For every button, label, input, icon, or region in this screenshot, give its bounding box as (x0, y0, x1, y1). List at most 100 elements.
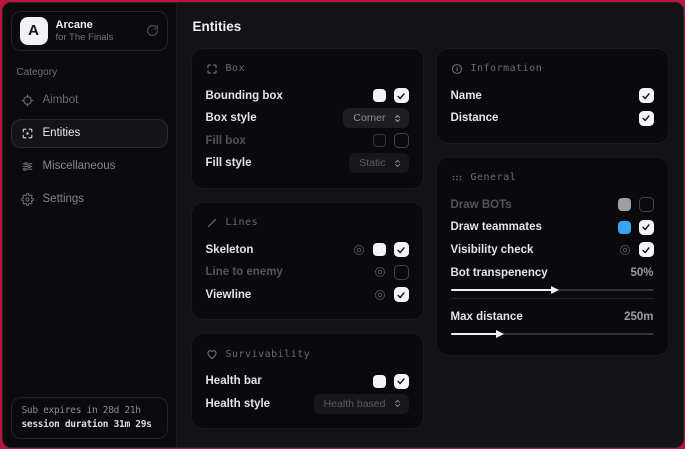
bot-transparency-value: 50% (630, 267, 653, 279)
health-bar-checkbox[interactable] (394, 374, 409, 389)
sidebar-item-label: Miscellaneous (43, 160, 116, 172)
panel-survivability: Survivability Health bar Health style (191, 333, 424, 429)
color-swatch[interactable] (373, 375, 386, 388)
app-logo: A (20, 17, 48, 45)
color-swatch[interactable] (618, 198, 631, 211)
gear-icon[interactable] (374, 266, 386, 278)
panel-header-label: Information (471, 63, 543, 74)
diagonal-line-icon (206, 217, 218, 229)
sidebar-item-miscellaneous[interactable]: Miscellaneous (11, 152, 168, 181)
viewline-checkbox[interactable] (394, 287, 409, 302)
category-label: Category (17, 67, 162, 78)
slider-thumb[interactable] (551, 286, 559, 294)
app-header-card: A Arcane for The Finals (11, 11, 168, 51)
refresh-icon[interactable] (146, 24, 159, 37)
sidebar-item-label: Settings (43, 193, 85, 205)
bounding-box-checkbox[interactable] (394, 88, 409, 103)
sidebar-item-settings[interactable]: Settings (11, 185, 168, 214)
bot-transparency-group: Bot transpenency 50% (451, 263, 654, 291)
draw-bots-checkbox[interactable] (639, 197, 654, 212)
gear-icon (21, 193, 34, 206)
setting-label: Max distance (451, 311, 523, 323)
fill-box-checkbox[interactable] (394, 133, 409, 148)
max-distance-group: Max distance 250m (451, 307, 654, 335)
heart-icon (206, 348, 218, 360)
fill-style-dropdown[interactable]: Static (349, 153, 408, 173)
max-distance-value: 250m (624, 311, 653, 323)
setting-row-draw-teammates: Draw teammates (451, 216, 654, 239)
panel-header-label: Box (226, 63, 246, 74)
setting-row-visibility-check: Visibility check (451, 239, 654, 262)
health-style-dropdown[interactable]: Health based (314, 394, 409, 414)
color-swatch[interactable] (373, 89, 386, 102)
setting-row-name: Name (451, 85, 654, 108)
app-subtitle: for The Finals (56, 32, 114, 43)
setting-label: Viewline (206, 289, 252, 301)
dropdown-value: Health based (324, 398, 386, 410)
setting-row-distance: Distance (451, 107, 654, 130)
distance-checkbox[interactable] (639, 111, 654, 126)
max-distance-slider[interactable] (451, 333, 654, 335)
setting-row-bounding-box: Bounding box (206, 85, 409, 108)
grid-dots-icon (451, 172, 463, 184)
setting-label: Fill box (206, 135, 246, 147)
skeleton-checkbox[interactable] (394, 242, 409, 257)
info-icon (451, 63, 463, 75)
sidebar-item-label: Entities (43, 127, 81, 139)
gear-icon[interactable] (353, 244, 365, 256)
setting-label: Visibility check (451, 244, 534, 256)
sidebar-nav: Aimbot Entities Miscellaneous (11, 86, 168, 214)
setting-label: Name (451, 90, 482, 102)
visibility-check-checkbox[interactable] (639, 242, 654, 257)
setting-label: Draw BOTs (451, 199, 512, 211)
gear-icon[interactable] (374, 289, 386, 301)
panel-information: Information Name Distance (436, 48, 669, 144)
color-swatch[interactable] (373, 243, 386, 256)
dropdown-value: Static (359, 157, 385, 169)
main-content: Entities Box Bounding box (177, 3, 683, 447)
setting-row-viewline: Viewline (206, 284, 409, 307)
slider-thumb[interactable] (496, 330, 504, 338)
page-title: Entities (193, 19, 669, 34)
bot-transparency-slider[interactable] (451, 289, 654, 291)
setting-label: Health bar (206, 375, 262, 387)
dropdown-value: Corner (353, 112, 385, 124)
setting-row-box-style: Box style Corner (206, 107, 409, 130)
box-corners-icon (206, 63, 218, 75)
panel-header-label: Survivability (226, 349, 311, 360)
sidebar: A Arcane for The Finals Category Aimbot (3, 3, 177, 447)
setting-label: Fill style (206, 157, 252, 169)
setting-row-fill-box: Fill box (206, 130, 409, 153)
crosshair-icon (21, 94, 34, 107)
color-swatch[interactable] (618, 221, 631, 234)
panel-box: Box Bounding box Box style (191, 48, 424, 189)
chevrons-updown-icon (393, 114, 402, 123)
panel-lines: Lines Skeleton (191, 202, 424, 321)
setting-row-skeleton: Skeleton (206, 239, 409, 262)
box-style-dropdown[interactable]: Corner (343, 108, 408, 128)
setting-label: Box style (206, 112, 257, 124)
name-checkbox[interactable] (639, 88, 654, 103)
setting-row-health-bar: Health bar (206, 370, 409, 393)
app-name: Arcane (56, 19, 114, 31)
setting-row-health-style: Health style Health based (206, 393, 409, 416)
session-duration-text: session duration 31m 29s (22, 419, 157, 430)
setting-label: Line to enemy (206, 266, 283, 278)
chevrons-updown-icon (393, 159, 402, 168)
setting-row-fill-style: Fill style Static (206, 152, 409, 175)
sub-expires-text: Sub expires in 28d 21h (22, 405, 157, 416)
color-swatch[interactable] (373, 134, 386, 147)
app-window: A Arcane for The Finals Category Aimbot (2, 2, 684, 448)
line-to-enemy-checkbox[interactable] (394, 265, 409, 280)
sidebar-item-aimbot[interactable]: Aimbot (11, 86, 168, 115)
setting-label: Bot transpenency (451, 267, 548, 279)
setting-label: Draw teammates (451, 221, 542, 233)
setting-row-line-to-enemy: Line to enemy (206, 261, 409, 284)
sidebar-item-label: Aimbot (43, 94, 79, 106)
panel-general: General Draw BOTs Draw teammates (436, 157, 669, 357)
gear-icon[interactable] (619, 244, 631, 256)
setting-label: Health style (206, 398, 271, 410)
panel-header-label: General (471, 172, 517, 183)
draw-teammates-checkbox[interactable] (639, 220, 654, 235)
sidebar-item-entities[interactable]: Entities (11, 119, 168, 148)
